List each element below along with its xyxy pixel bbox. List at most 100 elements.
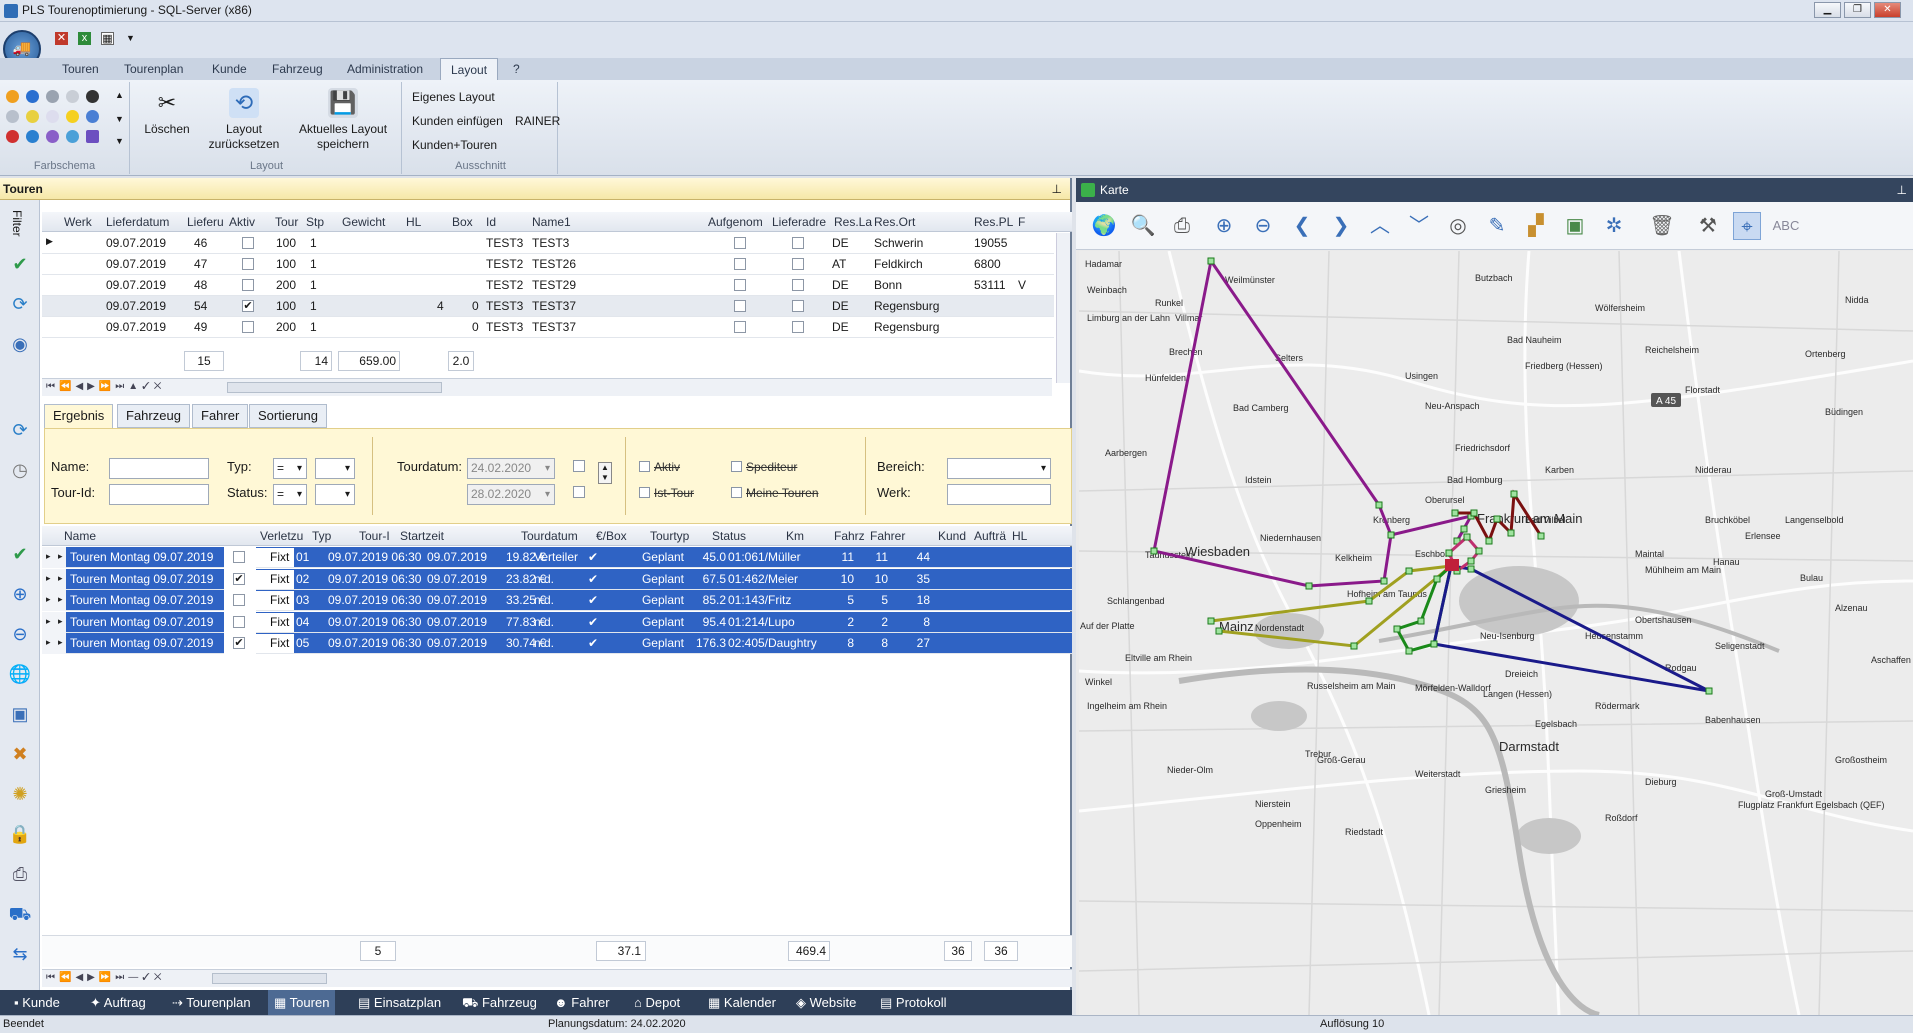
module-protokoll[interactable]: ▤ Protokoll [874, 990, 952, 1015]
save-layout-button[interactable]: 💾 Aktuelles Layout speichern [290, 88, 396, 152]
col-aktiv[interactable]: Aktiv [229, 215, 255, 229]
settings-tools-icon[interactable]: ⚒ [1694, 212, 1722, 240]
module-website[interactable]: ◈ Website [790, 990, 862, 1015]
col-auftraege[interactable]: Aufträ [974, 529, 1006, 543]
col-typ[interactable]: Typ [312, 529, 331, 543]
table-row[interactable]: ▸ ▸ Touren Montag 09.07.2019 05 09.07.2019 0… [42, 633, 1072, 654]
violation-checkbox[interactable]: ✔ [233, 637, 245, 649]
table-row[interactable]: 09.07.2019 47 100 1 TEST2 TEST26 AT Feldkirch 68… [42, 254, 1054, 275]
tab-administration[interactable]: Administration [337, 58, 433, 80]
col-eur-box[interactable]: €/Box [596, 529, 627, 543]
tab-layout[interactable]: Layout [440, 58, 499, 80]
clock-icon[interactable]: ◷ [8, 458, 32, 482]
meine-touren-checkbox[interactable]: Meine Touren [731, 486, 819, 500]
status-select[interactable] [315, 484, 355, 505]
scheme-scroll-down-icon[interactable]: ▼ [115, 114, 124, 124]
spellcheck-icon[interactable]: ABC [1772, 212, 1800, 240]
expand-row-icon[interactable]: ▸ [46, 573, 51, 584]
color-scheme-gray[interactable] [46, 90, 59, 103]
col-name[interactable]: Name [64, 529, 96, 543]
typ-select[interactable] [315, 458, 355, 479]
refresh-icon[interactable]: ⟳ [8, 292, 32, 316]
checkbox-auf[interactable] [734, 300, 746, 312]
checkbox-adr[interactable] [792, 237, 804, 249]
route-stop-marker[interactable] [1475, 547, 1483, 555]
map-zoom-in-icon[interactable]: ⊕ [1210, 212, 1238, 240]
route-stop-marker[interactable] [1433, 575, 1441, 583]
result-grid-hscroll[interactable] [212, 973, 327, 984]
col-id[interactable]: Id [486, 215, 496, 229]
map-mode-icon[interactable]: ⌖ [1733, 212, 1761, 240]
color-scheme-light[interactable] [6, 110, 19, 123]
color-scheme-orange[interactable] [6, 90, 19, 103]
route-stop-marker[interactable] [1467, 565, 1475, 573]
col-hl[interactable]: HL [406, 215, 421, 229]
expand-detail-icon[interactable]: ▸ [58, 551, 63, 562]
route-stop-marker[interactable] [1387, 531, 1395, 539]
depot-marker[interactable] [1445, 559, 1459, 571]
pan-right-icon[interactable]: ❯ [1327, 212, 1355, 240]
route-stop-marker[interactable] [1305, 582, 1313, 590]
route-stop-marker[interactable] [1537, 532, 1545, 540]
status-operator-select[interactable]: = [273, 484, 307, 505]
tools-icon[interactable]: ✖ [8, 742, 32, 766]
expand-detail-icon[interactable]: ▸ [58, 616, 63, 627]
color-scheme-purple[interactable] [86, 130, 99, 143]
col-lieferadresse[interactable]: Lieferadre [772, 215, 826, 229]
col-hl-result[interactable]: HL [1012, 529, 1027, 543]
module-tourenplan[interactable]: ⇢ Tourenplan [166, 990, 257, 1015]
own-layout-button[interactable]: Eigenes Layout [412, 90, 495, 104]
refresh-tours-icon[interactable]: ⟳ [8, 418, 32, 442]
col-fahrer[interactable]: Fahrer [870, 529, 905, 543]
print-icon[interactable]: ⎙ [1168, 212, 1196, 240]
module-kalender[interactable]: ▦ Kalender [702, 990, 782, 1015]
route-stop-marker[interactable] [1405, 567, 1413, 575]
map-canvas[interactable]: HadamarWeilmünster ButzbachRunkelVillmarL… [1079, 251, 1913, 1015]
table-row[interactable]: 09.07.2019 49 200 1 0 TEST3 TEST37 DE Regensburg [42, 317, 1054, 338]
aktiv-checkbox[interactable]: Aktiv [639, 460, 680, 474]
scheme-expand-icon[interactable]: ▼ [115, 136, 124, 146]
col-lieferung[interactable]: Lieferu [187, 215, 224, 229]
col-fahrzeit[interactable]: Fahrz [834, 529, 865, 543]
violation-checkbox[interactable]: ✔ [233, 572, 245, 585]
zoom-in-icon[interactable]: ⊕ [8, 582, 32, 606]
col-aufgenommen[interactable]: Aufgenom [708, 215, 763, 229]
tab-kunde[interactable]: Kunde [202, 58, 257, 80]
image-icon[interactable]: ▣ [1561, 212, 1589, 240]
route-stop-marker[interactable] [1350, 642, 1358, 650]
date-spinner[interactable]: ▲ ▼ [598, 462, 612, 484]
expand-detail-icon[interactable]: ▸ [58, 637, 63, 648]
route-stop-marker[interactable] [1460, 525, 1468, 533]
date-to-input[interactable]: 28.02.2020 [467, 484, 555, 505]
center-target-icon[interactable]: ◎ [1444, 212, 1472, 240]
layers-icon[interactable]: ▞ [1522, 212, 1550, 240]
route-stop-marker[interactable] [1467, 557, 1475, 565]
col-kunden[interactable]: Kund [938, 529, 966, 543]
accept-icon[interactable]: ✔ [8, 542, 32, 566]
excel-icon[interactable]: x [78, 32, 91, 45]
module-fahrer[interactable]: ☻ Fahrer [548, 990, 616, 1015]
violation-checkbox[interactable] [233, 615, 245, 628]
route-stop-marker[interactable] [1215, 627, 1223, 635]
filter-tab-fahrer[interactable]: Fahrer [192, 404, 249, 428]
module-touren[interactable]: ▦ Touren [268, 990, 336, 1015]
checkbox-adr[interactable] [792, 279, 804, 291]
tours-grid-scrollbar[interactable] [1056, 233, 1070, 383]
reset-layout-button[interactable]: ⟲ Layout zurücksetzen [204, 88, 284, 152]
color-scheme-yellow[interactable] [66, 110, 79, 123]
name-input[interactable] [109, 458, 209, 479]
route-stop-marker[interactable] [1430, 640, 1438, 648]
violation-checkbox[interactable] [233, 594, 245, 606]
date-from-checkbox[interactable] [573, 460, 585, 472]
color-scheme-star[interactable] [46, 110, 59, 123]
expand-row-icon[interactable]: ▸ [46, 616, 51, 627]
filter-tab-fahrzeug[interactable]: Fahrzeug [117, 404, 190, 428]
color-scheme-vs-light[interactable] [66, 130, 79, 143]
route-stop-marker[interactable] [1150, 547, 1158, 555]
route-stop-marker[interactable] [1207, 257, 1215, 265]
violation-checkbox[interactable] [233, 551, 245, 563]
col-tourdatum[interactable]: Tourdatum [521, 529, 578, 543]
printer-icon[interactable]: ⎙ [8, 862, 32, 886]
bereich-select[interactable] [947, 458, 1051, 479]
col-tour[interactable]: Tour [275, 215, 298, 229]
